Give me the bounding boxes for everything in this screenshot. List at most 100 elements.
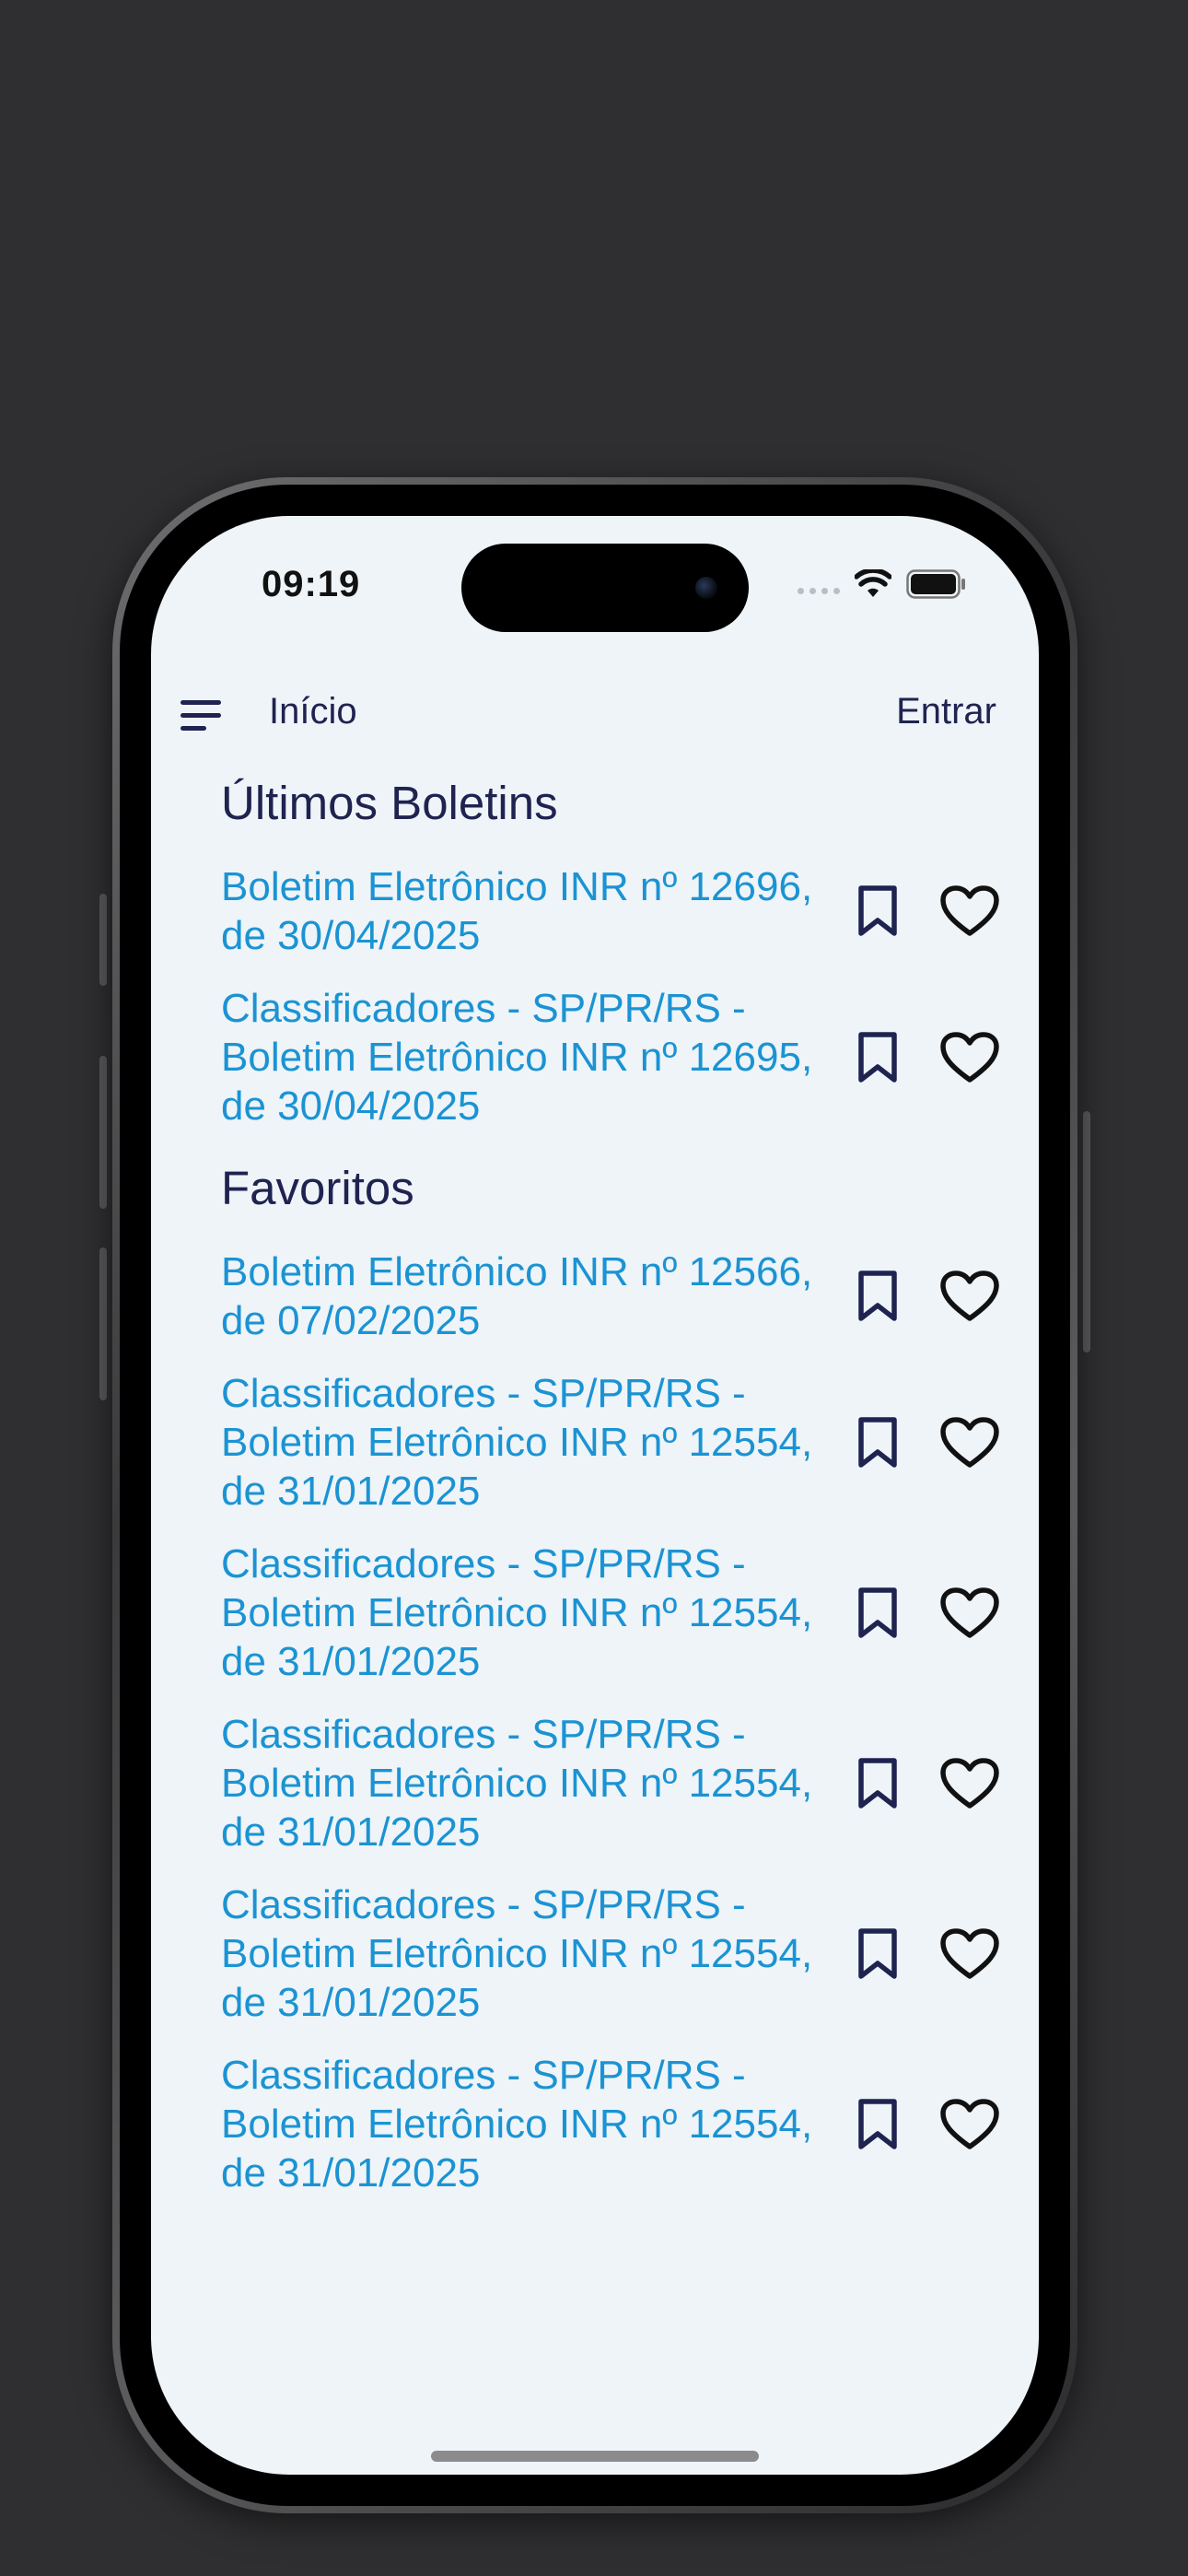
- heart-icon: [940, 1416, 999, 1468]
- main-content: Últimos Boletins Boletim Eletrônico INR n…: [221, 757, 1002, 2209]
- dynamic-island: [461, 544, 749, 632]
- bookmark-icon: [858, 1270, 897, 1321]
- favorite-button[interactable]: [938, 1264, 1002, 1329]
- bulletin-link-line: Classificadores - SP/PR/RS -: [221, 1712, 746, 1757]
- bulletin-link-line: Classificadores - SP/PR/RS -: [221, 1882, 746, 1927]
- bulletin-link-line: Boletim Eletrônico INR nº 12554,: [221, 1761, 813, 1806]
- favorite-button[interactable]: [938, 1411, 1002, 1475]
- bulletin-link-line: de 30/04/2025: [221, 1083, 481, 1129]
- heart-icon: [940, 1757, 999, 1809]
- bulletin-link-line: de 31/01/2025: [221, 1980, 481, 2025]
- bulletin-actions: [845, 1264, 1002, 1329]
- volume-up-button: [99, 1056, 107, 1209]
- phone-frame: 09:19 Início Entrar Últimos Boletins Bol…: [112, 477, 1077, 2513]
- bulletin-actions: [845, 1411, 1002, 1475]
- menu-icon[interactable]: [181, 691, 225, 737]
- bulletin-link-line: Classificadores - SP/PR/RS -: [221, 1371, 746, 1416]
- favorite-button[interactable]: [938, 1751, 1002, 1816]
- page-title: Início: [269, 691, 357, 732]
- section-title-latest: Últimos Boletins: [221, 777, 558, 829]
- bulletin-link-line: de 07/02/2025: [221, 1297, 481, 1343]
- bookmark-button[interactable]: [845, 1411, 910, 1475]
- bulletin-link-line: de 31/01/2025: [221, 1469, 481, 1514]
- bulletin-link-line: de 31/01/2025: [221, 1639, 481, 1684]
- bulletin-link[interactable]: Classificadores - SP/PR/RS - Boletim Elet…: [221, 984, 847, 1130]
- wifi-icon: [855, 569, 891, 597]
- favorite-button[interactable]: [938, 1922, 1002, 1986]
- bulletin-link[interactable]: Boletim Eletrônico INR nº 12566, de 07/02…: [221, 1247, 847, 1345]
- bulletin-link[interactable]: Classificadores - SP/PR/RS - Boletim Elet…: [221, 1540, 847, 1686]
- bulletin-link-line: Boletim Eletrônico INR nº 12554,: [221, 2102, 813, 2147]
- bulletin-link-line: Classificadores - SP/PR/RS -: [221, 1541, 746, 1587]
- status-icons: [798, 569, 967, 599]
- app-bar: Início Entrar: [151, 673, 1039, 755]
- bulletin-actions: [845, 1922, 1002, 1986]
- bulletin-link-line: de 31/01/2025: [221, 1809, 481, 1855]
- heart-icon: [940, 1927, 999, 1979]
- section-title-favorites: Favoritos: [221, 1162, 414, 1214]
- bulletin-actions: [845, 2092, 1002, 2157]
- bulletin-link-line: de 31/01/2025: [221, 2150, 481, 2195]
- bookmark-icon: [858, 1031, 897, 1083]
- bulletin-link-line: Boletim Eletrônico INR nº 12566,: [221, 1248, 813, 1294]
- bookmark-button[interactable]: [845, 1922, 910, 1986]
- power-button: [1083, 1111, 1090, 1352]
- bookmark-icon: [858, 1416, 897, 1468]
- bookmark-button[interactable]: [845, 1264, 910, 1329]
- heart-icon: [940, 1031, 999, 1083]
- bulletin-list-item: Classificadores - SP/PR/RS - Boletim Elet…: [221, 972, 1002, 1142]
- bookmark-icon: [858, 1587, 897, 1638]
- bulletin-link[interactable]: Classificadores - SP/PR/RS - Boletim Elet…: [221, 1369, 847, 1516]
- bulletin-list-item: Classificadores - SP/PR/RS - Boletim Elet…: [221, 1698, 1002, 1868]
- favorite-button[interactable]: [938, 1025, 1002, 1090]
- bookmark-button[interactable]: [845, 879, 910, 943]
- login-button[interactable]: Entrar: [896, 691, 996, 732]
- home-indicator[interactable]: [431, 2451, 759, 2462]
- bulletin-link-line: Boletim Eletrônico INR nº 12695,: [221, 1035, 813, 1080]
- bookmark-icon: [858, 1757, 897, 1809]
- bulletin-list-item: Classificadores - SP/PR/RS - Boletim Elet…: [221, 1357, 1002, 1528]
- bulletin-list-item: Boletim Eletrônico INR nº 12696, de 30/04…: [221, 849, 1002, 972]
- bookmark-icon: [858, 884, 897, 936]
- bulletin-link-line: Classificadores - SP/PR/RS -: [221, 986, 746, 1031]
- bulletin-link-line: Classificadores - SP/PR/RS -: [221, 2053, 746, 2098]
- heart-icon: [940, 1270, 999, 1321]
- bulletin-link-line: Boletim Eletrônico INR nº 12696,: [221, 863, 813, 909]
- heart-icon: [940, 884, 999, 936]
- favorite-button[interactable]: [938, 2092, 1002, 2157]
- bulletin-list-item: Classificadores - SP/PR/RS - Boletim Elet…: [221, 2039, 1002, 2209]
- status-time: 09:19: [262, 564, 361, 604]
- bookmark-button[interactable]: [845, 2092, 910, 2157]
- front-camera: [695, 577, 717, 599]
- bookmark-button[interactable]: [845, 1751, 910, 1816]
- device-stage: 09:19 Início Entrar Últimos Boletins Bol…: [0, 0, 1188, 2576]
- bulletin-actions: [845, 1025, 1002, 1090]
- app-screen: 09:19 Início Entrar Últimos Boletins Bol…: [151, 516, 1039, 2475]
- bookmark-icon: [858, 1927, 897, 1979]
- favorite-button[interactable]: [938, 879, 1002, 943]
- battery-icon: [906, 569, 965, 599]
- bulletin-list-item: Classificadores - SP/PR/RS - Boletim Elet…: [221, 1868, 1002, 2039]
- bookmark-button[interactable]: [845, 1025, 910, 1090]
- bulletin-list-item: Classificadores - SP/PR/RS - Boletim Elet…: [221, 1528, 1002, 1698]
- bulletin-link[interactable]: Classificadores - SP/PR/RS - Boletim Elet…: [221, 2051, 847, 2197]
- action-button: [99, 894, 107, 986]
- phone-bezel: 09:19 Início Entrar Últimos Boletins Bol…: [120, 485, 1070, 2506]
- bookmark-button[interactable]: [845, 1581, 910, 1645]
- bulletin-actions: [845, 1581, 1002, 1645]
- bulletin-link[interactable]: Classificadores - SP/PR/RS - Boletim Elet…: [221, 1710, 847, 1856]
- volume-down-button: [99, 1247, 107, 1400]
- bulletin-actions: [845, 1751, 1002, 1816]
- bulletin-link[interactable]: Boletim Eletrônico INR nº 12696, de 30/04…: [221, 862, 847, 960]
- bulletin-link-line: Boletim Eletrônico INR nº 12554,: [221, 1420, 813, 1465]
- bulletin-actions: [845, 879, 1002, 943]
- bulletin-link[interactable]: Classificadores - SP/PR/RS - Boletim Elet…: [221, 1880, 847, 2027]
- favorite-button[interactable]: [938, 1581, 1002, 1645]
- cellular-signal-icon: [798, 587, 840, 594]
- bulletin-link-line: Boletim Eletrônico INR nº 12554,: [221, 1590, 813, 1635]
- heart-icon: [940, 1587, 999, 1638]
- bulletin-list-item: Boletim Eletrônico INR nº 12566, de 07/02…: [221, 1235, 1002, 1357]
- bulletin-link-line: Boletim Eletrônico INR nº 12554,: [221, 1931, 813, 1976]
- bulletin-link-line: de 30/04/2025: [221, 912, 481, 958]
- heart-icon: [940, 2098, 999, 2149]
